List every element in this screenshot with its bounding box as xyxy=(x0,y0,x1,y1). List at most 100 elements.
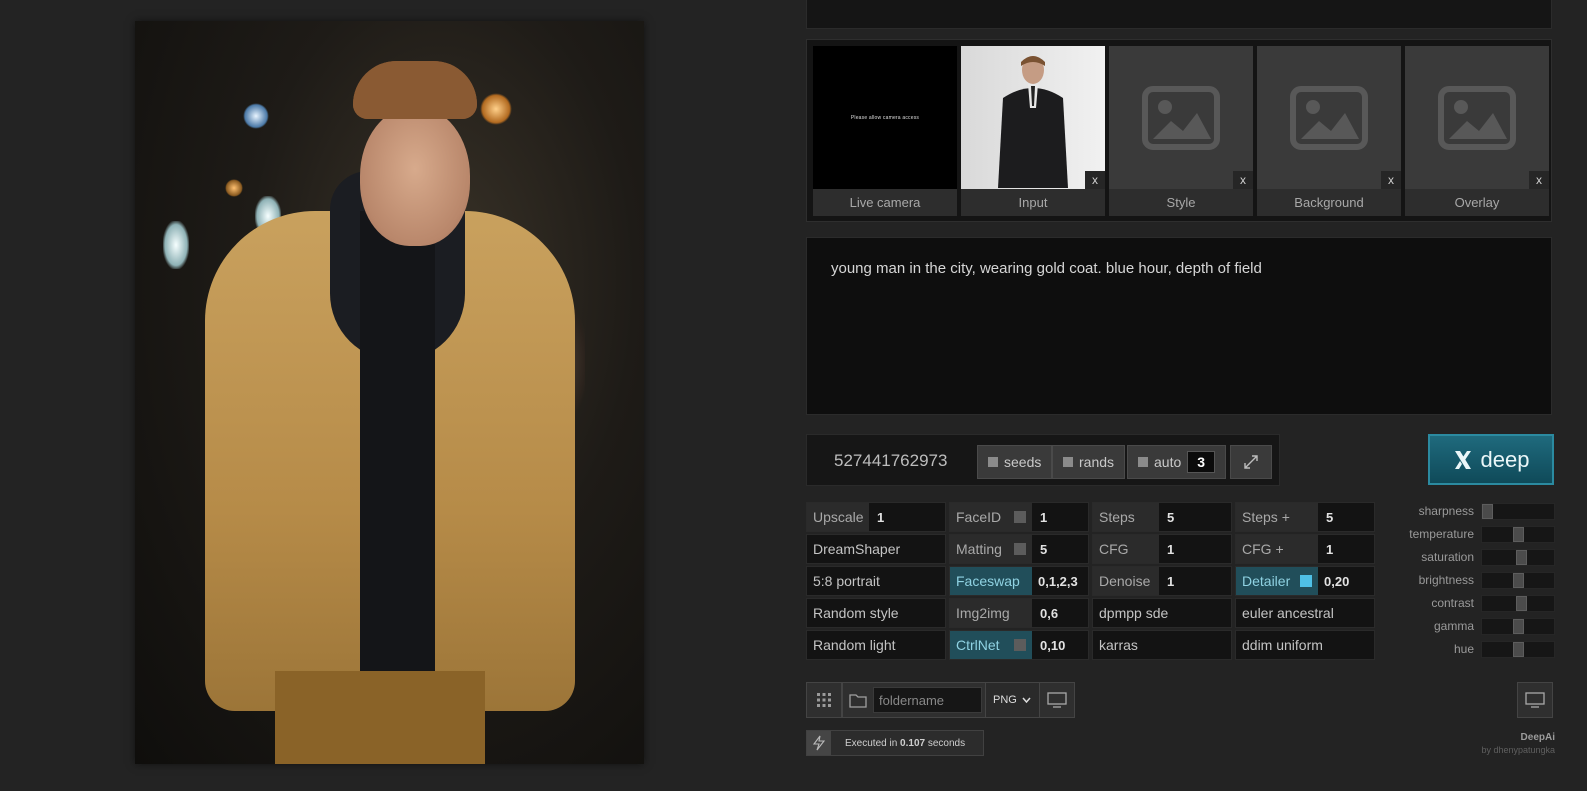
remove-style-button[interactable]: x xyxy=(1233,171,1253,189)
style-select[interactable]: Random style xyxy=(806,598,946,628)
sampler-plus-select[interactable]: euler ancestral xyxy=(1235,598,1375,628)
denoise-setting[interactable]: Denoise 1 xyxy=(1092,566,1232,596)
img2img-value[interactable]: 0,6 xyxy=(1032,606,1058,621)
upscale-value[interactable]: 1 xyxy=(869,510,884,525)
format-select[interactable]: PNG xyxy=(985,682,1046,718)
gamma-slider[interactable] xyxy=(1481,618,1555,635)
contrast-slider-thumb[interactable] xyxy=(1516,596,1527,611)
cfg-plus-setting[interactable]: CFG + 1 xyxy=(1235,534,1375,564)
prompt-textarea[interactable]: young man in the city, wearing gold coat… xyxy=(806,237,1552,415)
ctrlnet-checkbox[interactable] xyxy=(1014,639,1026,651)
remove-input-button[interactable]: x xyxy=(1085,171,1105,189)
faceswap-value[interactable]: 0,1,2,3 xyxy=(1032,574,1078,589)
gamma-slider-thumb[interactable] xyxy=(1513,619,1524,634)
generate-label: deep xyxy=(1480,446,1530,472)
rands-checkbox[interactable] xyxy=(1063,457,1073,467)
contrast-slider[interactable] xyxy=(1481,595,1555,612)
image-placeholder-icon xyxy=(1290,85,1368,150)
img2img-setting[interactable]: Img2img 0,6 xyxy=(949,598,1089,628)
generate-button[interactable]: deep xyxy=(1428,434,1554,485)
aspect-select[interactable]: 5:8 portrait xyxy=(806,566,946,596)
grid-view-button[interactable] xyxy=(806,682,842,718)
sampler-plus-label: euler ancestral xyxy=(1236,599,1334,627)
run-button[interactable] xyxy=(807,731,831,755)
detailer-value[interactable]: 0,20 xyxy=(1318,574,1349,589)
x-logo-icon xyxy=(1454,450,1471,469)
slot-label: Input xyxy=(961,189,1105,216)
detailer-label[interactable]: Detailer xyxy=(1236,567,1318,595)
steps-value[interactable]: 5 xyxy=(1159,510,1174,525)
fullscreen-display-button[interactable] xyxy=(1517,682,1553,718)
scheduler-plus-label: ddim uniform xyxy=(1236,631,1323,659)
generated-image-preview[interactable] xyxy=(135,21,644,764)
img2img-label[interactable]: Img2img xyxy=(950,599,1032,627)
faceid-value[interactable]: 1 xyxy=(1032,510,1047,525)
cfg-plus-value[interactable]: 1 xyxy=(1318,542,1333,557)
sharpness-slider-thumb[interactable] xyxy=(1482,504,1493,519)
auto-count[interactable]: 3 xyxy=(1187,451,1216,473)
brightness-slider[interactable] xyxy=(1481,572,1555,589)
scheduler-select[interactable]: karras xyxy=(1092,630,1232,660)
ctrlnet-value[interactable]: 0,10 xyxy=(1032,638,1065,653)
seeds-checkbox[interactable] xyxy=(988,457,998,467)
denoise-value[interactable]: 1 xyxy=(1159,574,1174,589)
faceid-setting[interactable]: FaceID 1 xyxy=(949,502,1089,532)
steps-setting[interactable]: Steps 5 xyxy=(1092,502,1232,532)
saturation-slider[interactable] xyxy=(1481,549,1555,566)
light-select[interactable]: Random light xyxy=(806,630,946,660)
subject-shirt xyxy=(360,211,435,671)
steps-plus-value[interactable]: 5 xyxy=(1318,510,1333,525)
matting-label[interactable]: Matting xyxy=(950,535,1032,563)
folder-group: foldername xyxy=(842,682,990,718)
scheduler-plus-select[interactable]: ddim uniform xyxy=(1235,630,1375,660)
hue-slider-thumb[interactable] xyxy=(1513,642,1524,657)
sharpness-label: sharpness xyxy=(1418,504,1474,518)
brand-name: DeepAi xyxy=(1520,732,1555,743)
temperature-slider-thumb[interactable] xyxy=(1513,527,1524,542)
display-button[interactable] xyxy=(1039,682,1075,718)
matting-checkbox[interactable] xyxy=(1014,543,1026,555)
faceswap-label[interactable]: Faceswap xyxy=(950,567,1032,595)
remove-overlay-button[interactable]: x xyxy=(1529,171,1549,189)
faceswap-setting[interactable]: Faceswap 0,1,2,3 xyxy=(949,566,1089,596)
faceid-checkbox[interactable] xyxy=(1014,511,1026,523)
auto-button[interactable]: auto 3 xyxy=(1127,445,1227,479)
scheduler-label: karras xyxy=(1093,631,1138,659)
faceid-label[interactable]: FaceID xyxy=(950,503,1032,531)
temperature-slider[interactable] xyxy=(1481,526,1555,543)
auto-checkbox[interactable] xyxy=(1138,457,1148,467)
matting-value[interactable]: 5 xyxy=(1032,542,1047,557)
upscale-setting[interactable]: Upscale 1 xyxy=(806,502,946,532)
slot-live-camera[interactable]: Please allow camera access Live camera xyxy=(813,46,957,216)
seed-value[interactable]: 527441762973 xyxy=(834,451,947,471)
image-placeholder xyxy=(1257,46,1401,189)
cfg-setting[interactable]: CFG 1 xyxy=(1092,534,1232,564)
detailer-setting[interactable]: Detailer 0,20 xyxy=(1235,566,1375,596)
hue-slider[interactable] xyxy=(1481,641,1555,658)
contrast-label: contrast xyxy=(1431,596,1474,610)
matting-setting[interactable]: Matting 5 xyxy=(949,534,1089,564)
execution-prefix: Executed in xyxy=(845,737,901,749)
seeds-button[interactable]: seeds xyxy=(977,445,1053,479)
sampler-select[interactable]: dpmpp sde xyxy=(1092,598,1232,628)
slot-style[interactable]: x Style xyxy=(1109,46,1253,216)
cfg-value[interactable]: 1 xyxy=(1159,542,1174,557)
sharpness-slider[interactable] xyxy=(1481,503,1555,520)
model-select[interactable]: DreamShaper xyxy=(806,534,946,564)
slot-input[interactable]: x Input xyxy=(961,46,1105,216)
folder-name-input[interactable]: foldername xyxy=(873,687,982,713)
ctrlnet-label[interactable]: CtrlNet xyxy=(950,631,1032,659)
remove-background-button[interactable]: x xyxy=(1381,171,1401,189)
folder-icon[interactable] xyxy=(849,693,867,708)
steps-plus-setting[interactable]: Steps + 5 xyxy=(1235,502,1375,532)
auto-label: auto xyxy=(1154,454,1182,470)
expand-button[interactable] xyxy=(1230,445,1272,479)
saturation-slider-thumb[interactable] xyxy=(1516,550,1527,565)
detailer-checkbox[interactable] xyxy=(1300,575,1312,587)
slot-background[interactable]: x Background xyxy=(1257,46,1401,216)
ctrlnet-setting[interactable]: CtrlNet 0,10 xyxy=(949,630,1089,660)
rands-button[interactable]: rands xyxy=(1052,445,1126,479)
brightness-slider-thumb[interactable] xyxy=(1513,573,1524,588)
slot-label: Live camera xyxy=(813,189,957,216)
slot-overlay[interactable]: x Overlay xyxy=(1405,46,1549,216)
